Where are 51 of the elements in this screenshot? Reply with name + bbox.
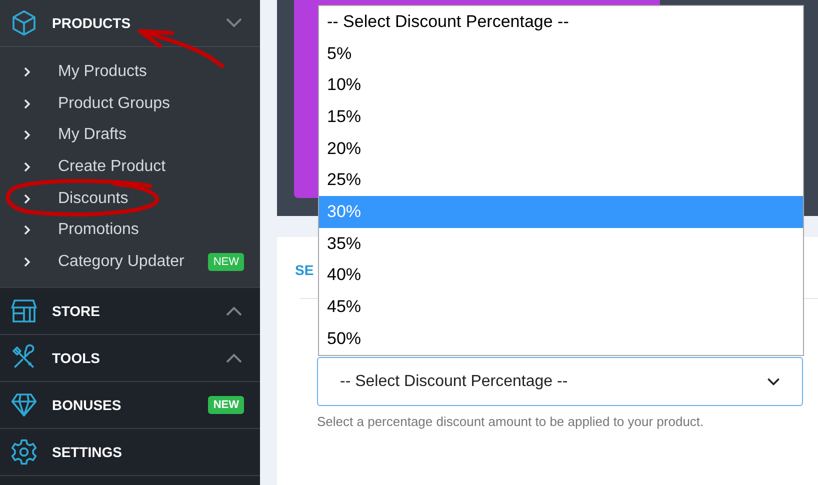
item-label: Promotions [58, 221, 140, 240]
sidebar-section[interactable]: PRODUCTS [0, 0, 260, 47]
section-label: TOOLS [52, 350, 101, 366]
sidebar-item[interactable]: My Products [24, 56, 244, 88]
sidebar-section[interactable]: STORE [0, 288, 260, 334]
gear-icon [10, 438, 38, 466]
chevron-right-icon [24, 194, 30, 204]
new-badge: NEW [208, 396, 244, 414]
sidebar-item[interactable]: Product Groups [24, 88, 244, 120]
sidebar-section[interactable]: SETTINGS [0, 428, 260, 475]
chevron-right-icon [24, 130, 30, 140]
help-text: Select a percentage discount amount to be applied to your product. [317, 414, 705, 429]
section-heading: SE [295, 262, 314, 280]
section-label: BONUSES [52, 396, 122, 413]
dropdown-option[interactable]: 15% [319, 101, 803, 133]
discount-select[interactable]: -- Select Discount Percentage -- [317, 357, 803, 406]
chevron-right-icon [24, 66, 30, 77]
chevron-right-icon [24, 225, 30, 236]
sidebar-section[interactable]: TOOLS [0, 334, 260, 381]
dropdown-option[interactable]: -- Select Discount Percentage -- [319, 6, 803, 38]
section-label: SETTINGS [52, 444, 124, 460]
sidebar-item[interactable]: Promotions [24, 214, 244, 246]
sidebar-item[interactable]: My Drafts [24, 119, 244, 152]
new-badge: NEW [208, 252, 244, 271]
dropdown-option[interactable]: 50% [319, 322, 803, 355]
chevron-down-icon [767, 378, 780, 386]
dropdown-option[interactable]: 10% [319, 69, 803, 102]
dropdown-option[interactable]: 25% [319, 164, 803, 196]
sidebar-item[interactable]: Create Product [24, 151, 244, 183]
box-icon [10, 9, 38, 37]
chevron-right-icon [24, 162, 30, 172]
sidebar-item[interactable]: Category Updater NEW [24, 246, 244, 278]
item-label: Discounts [58, 190, 130, 208]
item-label: My Products [58, 62, 148, 81]
item-label: My Drafts [58, 126, 128, 144]
item-label: Create Product [58, 158, 167, 176]
sidebar-section[interactable]: BONUSES NEW [0, 382, 260, 428]
section-label: STORE [52, 302, 101, 319]
dropdown-option[interactable]: 5% [319, 38, 803, 70]
dropdown-option[interactable]: 45% [319, 291, 803, 323]
sidebar-item[interactable]: Discounts [24, 182, 244, 214]
store-icon [10, 296, 38, 325]
diamond-icon [10, 390, 38, 419]
item-label: Category Updater [58, 252, 186, 271]
item-label: Product Groups [58, 94, 172, 113]
dropdown-option[interactable]: 40% [319, 260, 803, 292]
dropdown-option[interactable]: 35% [319, 228, 803, 260]
chevron-right-icon [24, 256, 30, 267]
section-label: PRODUCTS [52, 15, 132, 31]
dropdown-option[interactable]: 20% [319, 132, 803, 164]
chevron-right-icon [24, 98, 30, 109]
